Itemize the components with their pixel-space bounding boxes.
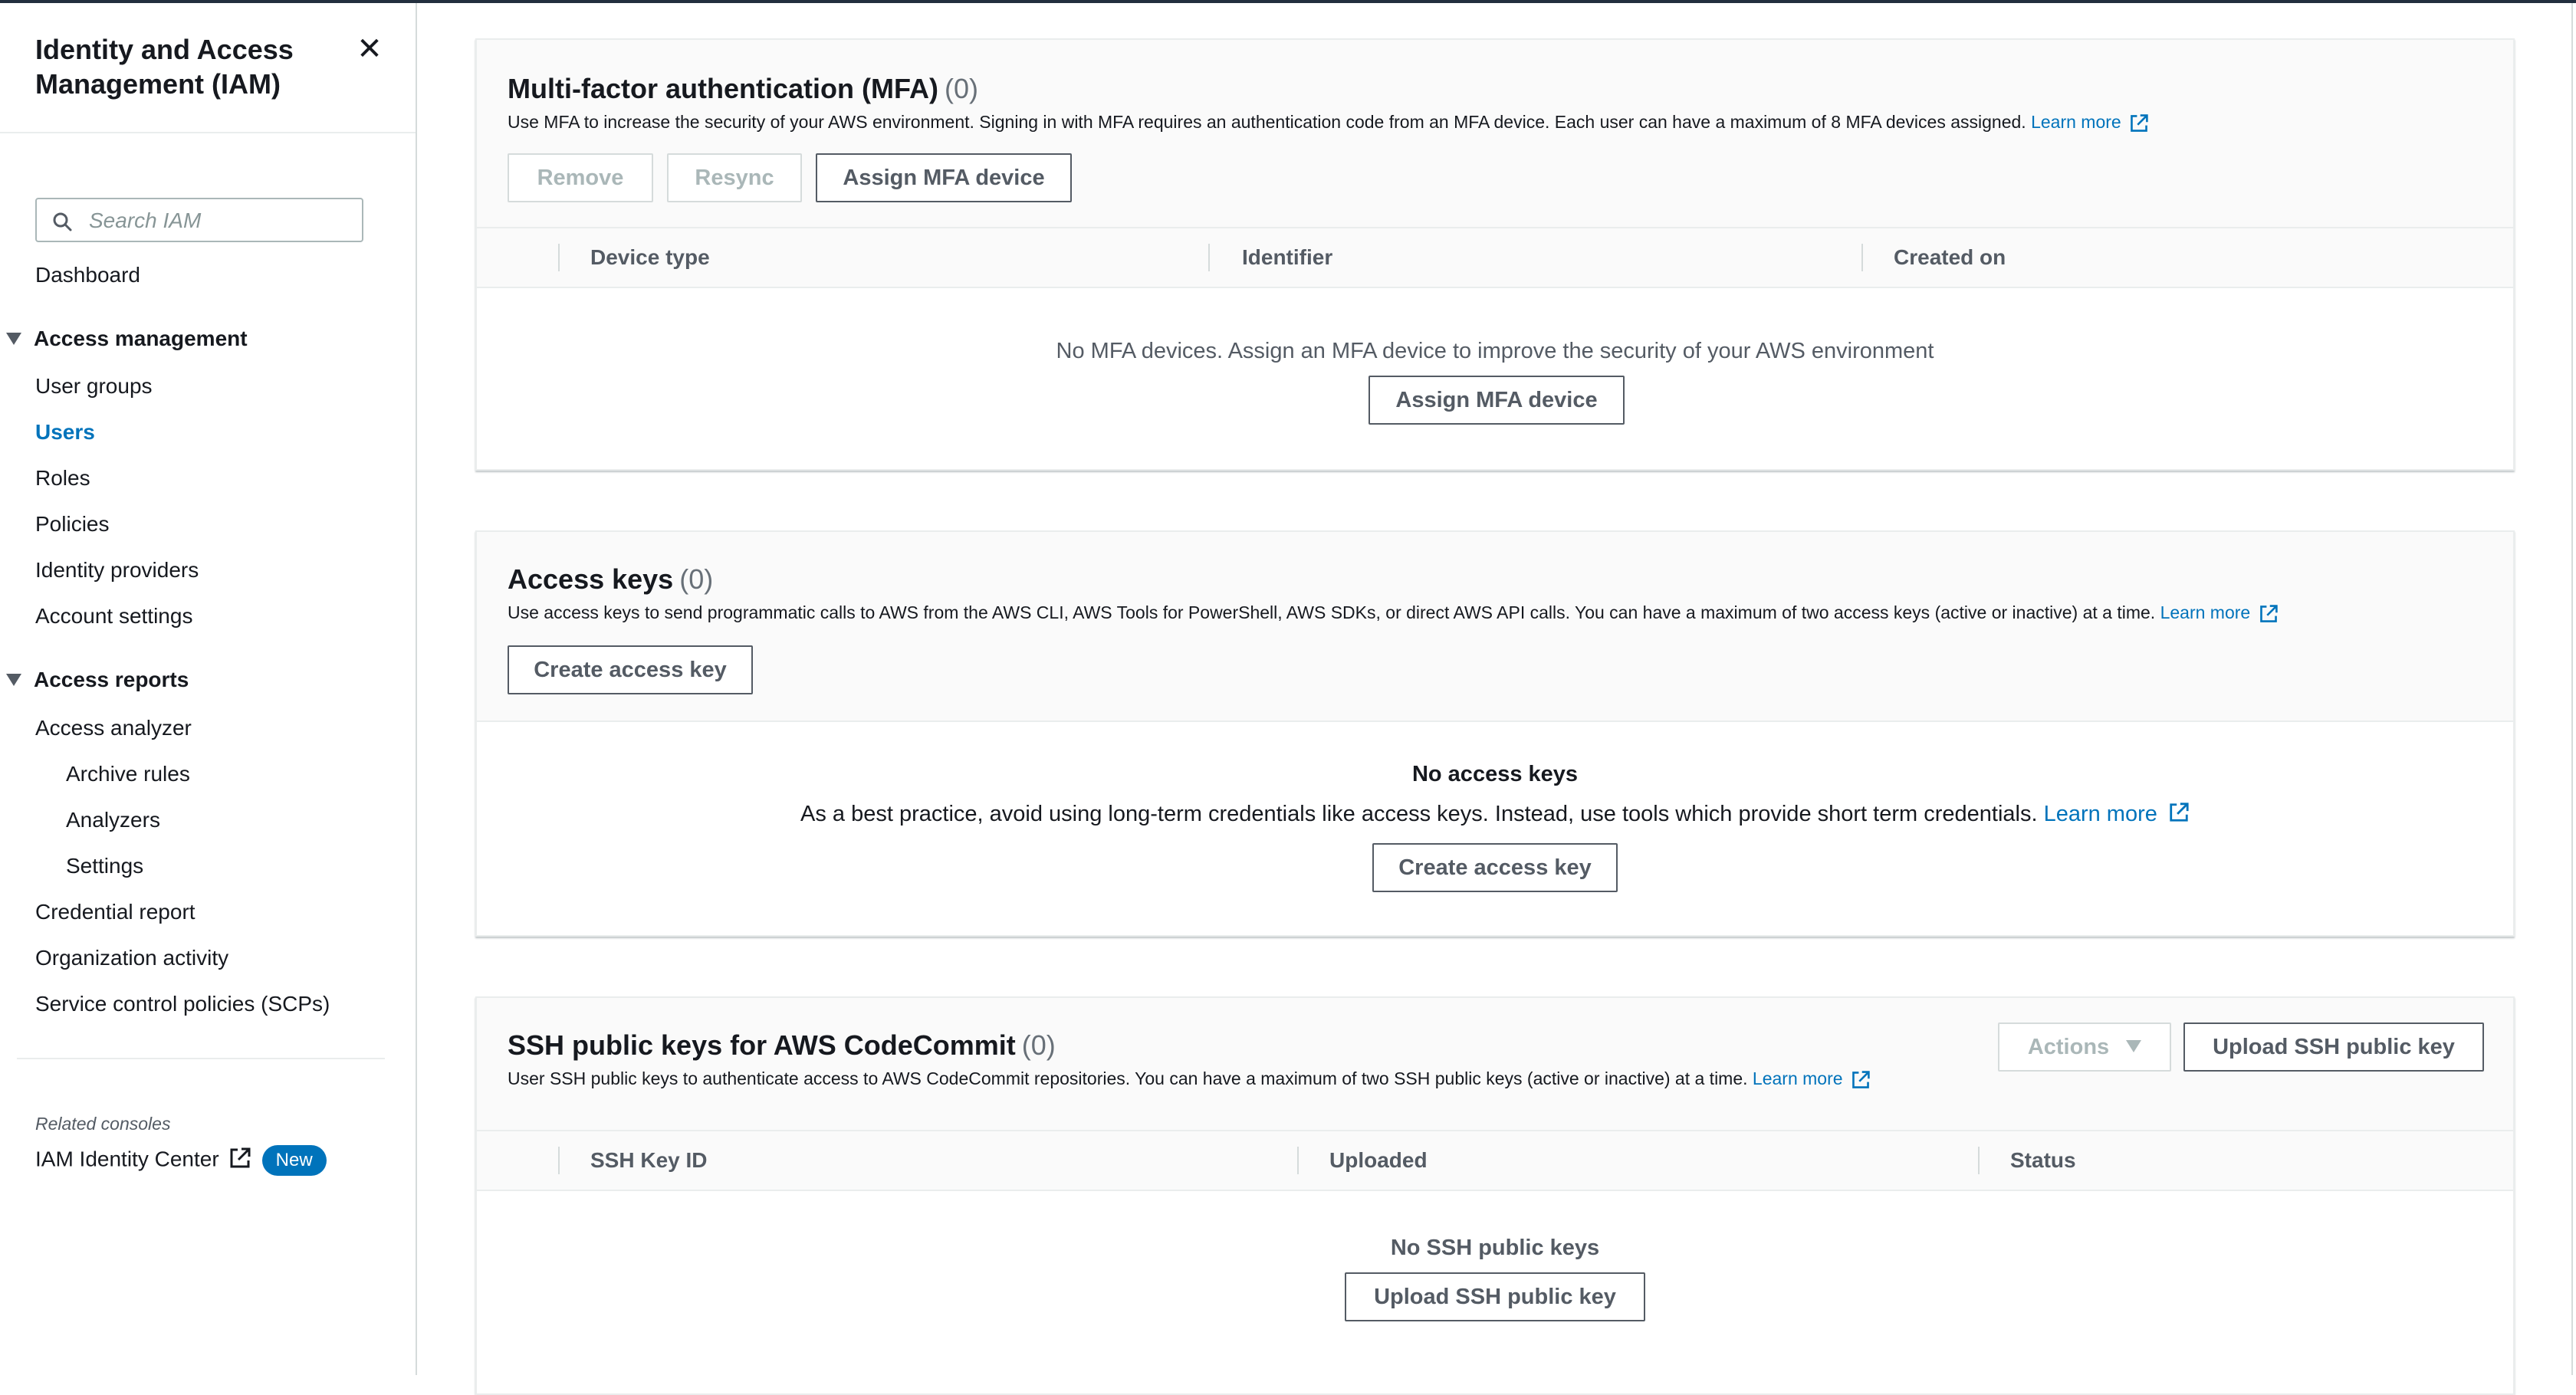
mfa-description-text: Use MFA to increase the security of your…: [508, 112, 2026, 132]
ssh-keys-table-header: SSH Key ID Uploaded Status: [477, 1131, 2513, 1191]
close-icon[interactable]: ✕: [354, 34, 385, 64]
column-device-type[interactable]: Device type: [590, 228, 710, 287]
nav-dashboard[interactable]: Dashboard: [35, 262, 140, 288]
mfa-title-text: Multi-factor authentication (MFA): [508, 73, 938, 104]
ssh-keys-title-text: SSH public keys for AWS CodeCommit: [508, 1029, 1016, 1061]
nav-scps[interactable]: Service control policies (SCPs): [35, 991, 330, 1017]
access-keys-empty-text: As a best practice, avoid using long-ter…: [800, 802, 2038, 826]
nav-section-access-management[interactable]: Access management: [6, 326, 248, 352]
assign-mfa-device-button[interactable]: Assign MFA device: [816, 153, 1072, 202]
nav-analyzers[interactable]: Analyzers: [66, 807, 160, 833]
nav-policies[interactable]: Policies: [35, 511, 109, 537]
resync-mfa-button[interactable]: Resync: [667, 153, 802, 202]
ssh-keys-learn-more-link[interactable]: Learn more: [1753, 1068, 1871, 1088]
nav-account-settings[interactable]: Account settings: [35, 603, 192, 629]
ssh-keys-empty-title: No SSH public keys: [1390, 1236, 1600, 1260]
caret-down-icon: [2126, 1040, 2142, 1053]
mfa-description: Use MFA to increase the security of your…: [508, 110, 2149, 133]
access-keys-empty-title: No access keys: [1411, 762, 1579, 786]
ssh-keys-description: User SSH public keys to authenticate acc…: [508, 1067, 1871, 1090]
mfa-panel: Multi-factor authentication (MFA) (0) Use…: [475, 38, 2515, 471]
nav-identity-providers[interactable]: Identity providers: [35, 557, 199, 583]
column-separator: [1297, 1147, 1299, 1174]
access-keys-count: (0): [679, 563, 714, 595]
mfa-panel-header: Multi-factor authentication (MFA) (0) Use…: [477, 40, 2513, 228]
nav-iam-identity-center[interactable]: IAM Identity Center New: [35, 1145, 327, 1176]
column-uploaded[interactable]: Uploaded: [1329, 1131, 1428, 1190]
access-keys-empty-learn-more-link[interactable]: Learn more: [2044, 802, 2190, 826]
new-badge: New: [261, 1145, 327, 1176]
search-box[interactable]: [35, 198, 363, 242]
sidebar-title: Identity and Access Management (IAM): [35, 34, 294, 100]
access-keys-description: Use access keys to send programmatic cal…: [508, 601, 2279, 624]
external-link-icon: [2131, 114, 2148, 132]
actions-dropdown-button[interactable]: Actions: [1998, 1022, 2171, 1072]
related-console-label: IAM Identity Center: [35, 1147, 219, 1171]
ssh-keys-title: SSH public keys for AWS CodeCommit (0): [508, 1029, 1056, 1062]
nav-credential-report[interactable]: Credential report: [35, 899, 196, 925]
column-separator: [558, 1147, 560, 1174]
nav-archive-rules[interactable]: Archive rules: [66, 761, 190, 787]
actions-label: Actions: [2027, 1035, 2110, 1059]
assign-mfa-device-empty-button[interactable]: Assign MFA device: [1368, 376, 1625, 425]
access-keys-description-text: Use access keys to send programmatic cal…: [508, 602, 2156, 622]
nav-roles[interactable]: Roles: [35, 465, 90, 491]
sidebar-divider: [17, 1058, 385, 1059]
external-link-icon: [1852, 1071, 1870, 1088]
external-link-icon: [2170, 803, 2189, 822]
create-access-key-empty-button[interactable]: Create access key: [1372, 843, 1618, 892]
column-status[interactable]: Status: [2010, 1131, 2076, 1190]
nav-section-label: Access reports: [34, 668, 189, 691]
upload-ssh-public-key-button[interactable]: Upload SSH public key: [2183, 1022, 2484, 1072]
access-keys-learn-more-link[interactable]: Learn more: [2160, 602, 2279, 622]
nav-access-analyzer[interactable]: Access analyzer: [35, 715, 192, 741]
search-input[interactable]: [87, 205, 351, 236]
create-access-key-button[interactable]: Create access key: [508, 645, 753, 694]
learn-more-label: Learn more: [1752, 1068, 1843, 1088]
learn-more-label: Learn more: [2043, 802, 2157, 826]
mfa-empty-message: No MFA devices. Assign an MFA device to …: [1056, 339, 1934, 363]
mfa-learn-more-link[interactable]: Learn more: [2031, 112, 2149, 132]
upload-ssh-public-key-empty-button[interactable]: Upload SSH public key: [1345, 1272, 1645, 1321]
related-consoles-label: Related consoles: [35, 1114, 171, 1134]
column-separator: [558, 244, 560, 271]
side-navigation: Identity and Access Management (IAM) ✕ D…: [0, 3, 417, 1375]
access-keys-empty-message: As a best practice, avoid using long-ter…: [477, 800, 2513, 828]
ssh-keys-count: (0): [1021, 1029, 1056, 1061]
access-keys-panel: Access keys (0) Use access keys to send p…: [475, 530, 2515, 937]
caret-down-icon: [6, 332, 21, 345]
nav-users[interactable]: Users: [35, 419, 95, 445]
nav-organization-activity[interactable]: Organization activity: [35, 945, 228, 971]
learn-more-label: Learn more: [2160, 602, 2251, 622]
access-keys-title-text: Access keys: [508, 563, 674, 595]
access-keys-title: Access keys (0): [508, 563, 713, 596]
nav-user-groups[interactable]: User groups: [35, 373, 153, 399]
sidebar-header: Identity and Access Management (IAM) ✕: [0, 3, 416, 133]
nav-analyzer-settings[interactable]: Settings: [66, 853, 143, 879]
mfa-table-header: Device type Identifier Created on: [477, 228, 2513, 288]
column-separator: [1208, 244, 1210, 271]
caret-down-icon: [6, 673, 21, 686]
column-separator: [1978, 1147, 1980, 1174]
ssh-keys-panel-header: SSH public keys for AWS CodeCommit (0) Us…: [477, 998, 2513, 1131]
column-ssh-key-id[interactable]: SSH Key ID: [590, 1131, 708, 1190]
mfa-title: Multi-factor authentication (MFA) (0): [508, 72, 978, 106]
external-link-icon: [230, 1147, 251, 1168]
nav-section-access-reports[interactable]: Access reports: [6, 667, 189, 693]
external-link-icon: [2259, 605, 2278, 622]
remove-mfa-button[interactable]: Remove: [508, 153, 653, 202]
column-created-on[interactable]: Created on: [1894, 228, 2006, 287]
learn-more-label: Learn more: [2031, 112, 2121, 132]
nav-section-label: Access management: [34, 327, 248, 350]
search-icon: [53, 212, 72, 231]
column-separator: [1861, 244, 1863, 271]
ssh-keys-description-text: User SSH public keys to authenticate acc…: [508, 1068, 1748, 1088]
mfa-count: (0): [944, 73, 978, 104]
scrollbar[interactable]: [2571, 3, 2573, 1375]
access-keys-panel-header: Access keys (0) Use access keys to send p…: [477, 532, 2513, 722]
column-identifier[interactable]: Identifier: [1242, 228, 1332, 287]
ssh-keys-panel: SSH public keys for AWS CodeCommit (0) Us…: [475, 996, 2515, 1395]
